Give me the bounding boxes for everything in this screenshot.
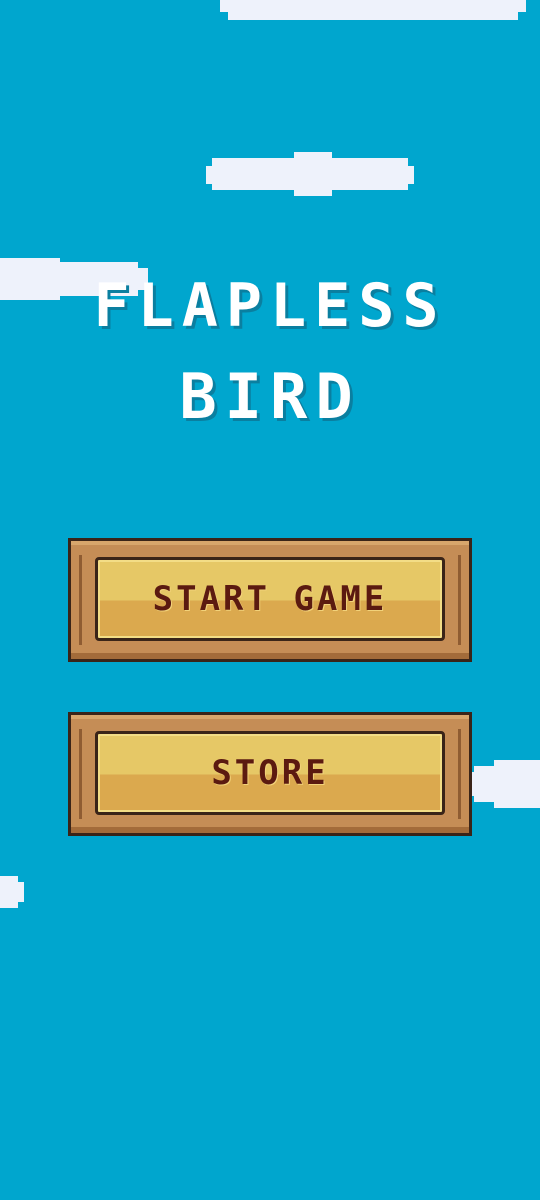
- start-game-label: START GAME: [152, 579, 388, 619]
- cloud-small-left: [0, 876, 24, 908]
- game-title-line1: FLAPLESS: [93, 271, 447, 341]
- game-title-line2: BIRD: [179, 360, 361, 433]
- start-game-panel[interactable]: START GAME: [95, 557, 445, 641]
- start-game-button[interactable]: START GAME: [68, 538, 472, 662]
- store-label: STORE: [211, 753, 329, 793]
- store-button[interactable]: STORE: [68, 712, 472, 836]
- cloud-middle: [206, 152, 414, 196]
- cloud-top: [220, 0, 526, 20]
- store-panel[interactable]: STORE: [95, 731, 445, 815]
- cloud-right: [470, 760, 540, 808]
